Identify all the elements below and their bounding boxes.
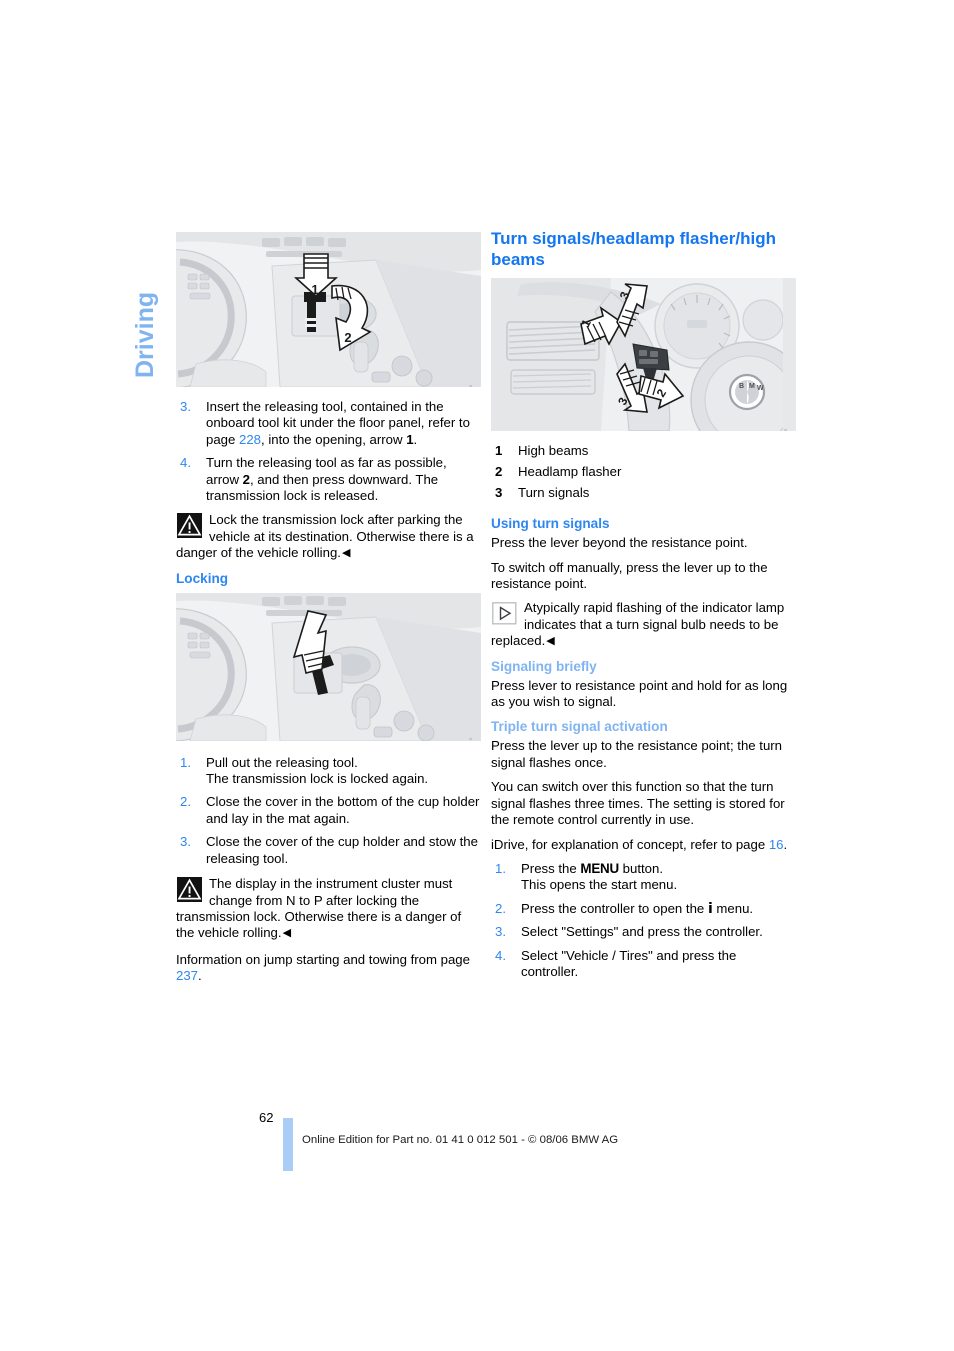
right-column: Turn signals/headlamp flasher/high beams: [491, 228, 796, 988]
step-text: Insert the releasing tool, contained in …: [206, 399, 470, 447]
chapter-tab: Driving: [128, 228, 162, 378]
using-turn-signals-paragraph-1: Press the lever beyond the resistance po…: [491, 535, 748, 551]
warning-block-instrument-cluster: The display in the instrument cluster mu…: [176, 876, 481, 942]
triple-turn-signal-paragraph-2: You can switch over this function so tha…: [491, 779, 785, 828]
triple-turn-signal-heading: Triple turn signal activation: [491, 719, 668, 735]
page-reference-228[interactable]: 228: [239, 432, 261, 447]
release-steps-list: 3. Insert the releasing tool, contained …: [176, 399, 481, 504]
figure-turn-signal-lever: B M W 1 3 3 2: [491, 278, 796, 431]
list-item: 3. Insert the releasing tool, contained …: [176, 399, 481, 448]
list-item: 2. Close the cover in the bottom of the …: [176, 794, 481, 827]
list-item: 2 Headlamp flasher: [491, 464, 796, 480]
svg-text:2: 2: [344, 330, 351, 345]
figure-code: MT-FFHS: [463, 384, 479, 387]
step-text: Press the MENU button. This opens the sta…: [521, 860, 678, 893]
warning-triangle-icon: [177, 877, 202, 903]
warning-triangle-icon: [177, 513, 202, 539]
arrow-ref-1: 1: [406, 431, 414, 447]
end-mark: ◀: [341, 547, 351, 560]
page-number: 62: [259, 1110, 274, 1125]
svg-text:W: W: [757, 385, 764, 392]
step-text: Select "Settings" and press the controll…: [521, 924, 763, 940]
triple-turn-signal-paragraph-1: Press the lever up to the resistance poi…: [491, 738, 783, 770]
note-text: Atypically rapid flashing of the indicat…: [491, 600, 785, 649]
step-text: Turn the releasing tool as far as possib…: [206, 455, 447, 504]
step-number: 2.: [495, 900, 506, 916]
menu-button-label: MENU: [580, 860, 620, 876]
using-turn-signals-heading: Using turn signals: [491, 516, 610, 532]
step-text: Pull out the releasing tool. The transmis…: [206, 754, 429, 787]
step-text: Close the cover in the bottom of the cup…: [206, 794, 480, 826]
arrow-ref-2: 2: [242, 471, 250, 487]
step-number: 4.: [180, 455, 191, 471]
legend-label: High beams: [518, 443, 589, 458]
step-number: 3.: [180, 399, 191, 414]
list-item: 3. Select "Settings" and press the contr…: [491, 924, 796, 940]
legend-label: Headlamp flasher: [518, 463, 622, 479]
svg-text:M: M: [749, 383, 755, 390]
figure-code: MT-FFHS: [778, 428, 794, 431]
step-number: 1.: [495, 860, 506, 876]
figure-console-locking: MT-FFHS: [176, 592, 481, 741]
legend-number: 1: [495, 443, 503, 458]
svg-text:B: B: [739, 383, 744, 390]
step-number: 3.: [495, 924, 506, 940]
page-title: Turn signals/headlamp flasher/high beams: [491, 229, 776, 269]
step-number: 2.: [180, 794, 191, 810]
list-item: 1. Press the MENU button. This opens the …: [491, 861, 796, 894]
page-reference-237[interactable]: 237: [176, 968, 198, 983]
warning-text: Lock the transmission lock after parking…: [176, 512, 474, 561]
warning-text: The display in the instrument cluster mu…: [176, 876, 462, 941]
console-insert-illustration: 1 2: [176, 232, 481, 387]
note-block-bulb-replacement: Atypically rapid flashing of the indicat…: [491, 600, 796, 649]
signaling-briefly-paragraph: Press lever to resistance point and hold…: [491, 677, 788, 710]
manual-page: Driving 1 2 3. Insert the releasing tool…: [0, 0, 954, 1351]
note-triangle-icon: [492, 601, 517, 626]
legend-number: 2: [495, 463, 503, 479]
step-number: 4.: [495, 947, 506, 963]
turn-signal-lever-illustration: B M W 1 3 3 2: [491, 278, 796, 431]
list-item: 4. Turn the releasing tool as far as pos…: [176, 455, 481, 504]
left-column: 1 2 MT-FFHS 3.: [176, 232, 481, 993]
info-icon: i: [707, 900, 713, 917]
idrive-reference-paragraph: iDrive, for explanation of concept, refe…: [491, 836, 788, 852]
signaling-briefly-heading: Signaling briefly: [491, 658, 597, 674]
step-text: Press the controller to open the i menu.: [521, 900, 754, 917]
footer-accent-bar: [283, 1118, 293, 1171]
jump-start-reference-paragraph: Information on jump starting and towing …: [176, 951, 470, 984]
legend-label: Turn signals: [518, 484, 590, 500]
list-item: 1. Pull out the releasing tool. The trans…: [176, 755, 481, 788]
legend-number: 3: [495, 484, 503, 500]
figure-code: MT-FFHS: [463, 738, 479, 741]
idrive-steps-list: 1. Press the MENU button. This opens the …: [491, 861, 796, 980]
step-text: Select "Vehicle / Tires" and press the c…: [521, 947, 737, 979]
step-number: 3.: [180, 834, 191, 850]
locking-steps-list: 1. Pull out the releasing tool. The trans…: [176, 755, 481, 867]
list-item: 1 High beams: [491, 443, 796, 459]
lever-legend-list: 1 High beams 2 Headlamp flasher 3 Turn s…: [491, 443, 796, 501]
end-mark: ◀: [546, 635, 555, 648]
chapter-tab-label: Driving: [131, 291, 159, 378]
list-item: 3. Close the cover of the cup holder and…: [176, 834, 481, 867]
step-number: 1.: [180, 754, 191, 770]
step-text: Close the cover of the cup holder and st…: [206, 834, 478, 866]
figure-console-insert-tool: 1 2 MT-FFHS: [176, 232, 481, 387]
end-mark: ◀: [282, 927, 292, 940]
list-item: 3 Turn signals: [491, 485, 796, 501]
console-locking-illustration: [176, 592, 481, 741]
page-reference-16[interactable]: 16: [769, 837, 784, 852]
list-item: 4. Select "Vehicle / Tires" and press th…: [491, 948, 796, 981]
warning-block-transmission-lock: Lock the transmission lock after parking…: [176, 512, 481, 561]
list-item: 2. Press the controller to open the i me…: [491, 901, 796, 917]
locking-heading: Locking: [176, 570, 229, 586]
edition-line: Online Edition for Part no. 01 41 0 012 …: [302, 1134, 619, 1146]
svg-text:1: 1: [311, 282, 318, 297]
using-turn-signals-paragraph-2: To switch off manually, press the lever …: [491, 559, 768, 592]
